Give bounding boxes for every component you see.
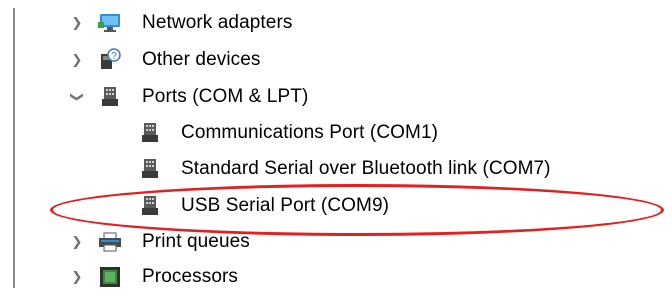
port-connector-icon: [137, 189, 163, 223]
unknown-device-icon: ?: [97, 43, 123, 77]
tree-item-network-adapters[interactable]: ❯ Network adapters: [0, 6, 672, 40]
chevron-right-icon[interactable]: ❯: [68, 225, 86, 259]
chevron-right-icon[interactable]: ❯: [68, 43, 86, 77]
chevron-right-icon[interactable]: ❯: [68, 6, 86, 40]
tree-item-label: Standard Serial over Bluetooth link (COM…: [181, 158, 551, 179]
tree-item-other-devices[interactable]: ❯ ? Other devices: [0, 43, 672, 77]
tree-item-processors[interactable]: ❯ Processors: [0, 260, 672, 294]
processor-chip-icon: [97, 260, 123, 294]
tree-item-label: Network adapters: [142, 12, 293, 33]
tree-child-com9[interactable]: USB Serial Port (COM9): [0, 189, 672, 223]
tree-item-label: Other devices: [142, 49, 261, 70]
tree-item-label: Ports (COM & LPT): [142, 86, 309, 107]
tree-item-ports[interactable]: ❯ Ports (COM & LPT): [0, 80, 672, 114]
tree-item-label: Communications Port (COM1): [181, 122, 439, 143]
tree-item-print-queues[interactable]: ❯ Print queues: [0, 225, 672, 259]
chevron-right-icon[interactable]: ❯: [68, 260, 86, 294]
svg-text:?: ?: [111, 51, 117, 62]
tree-child-com7[interactable]: Standard Serial over Bluetooth link (COM…: [0, 152, 672, 186]
tree-child-com1[interactable]: Communications Port (COM1): [0, 116, 672, 150]
tree-item-label: Print queues: [142, 231, 250, 252]
printer-icon: [97, 225, 123, 259]
network-adapter-icon: [97, 6, 123, 40]
chevron-down-icon[interactable]: ❯: [60, 88, 94, 106]
tree-item-label: USB Serial Port (COM9): [181, 195, 390, 216]
tree-item-label: Processors: [142, 266, 239, 287]
port-connector-icon: [137, 152, 163, 186]
port-connector-icon: [137, 116, 163, 150]
port-connector-icon: [97, 80, 123, 114]
